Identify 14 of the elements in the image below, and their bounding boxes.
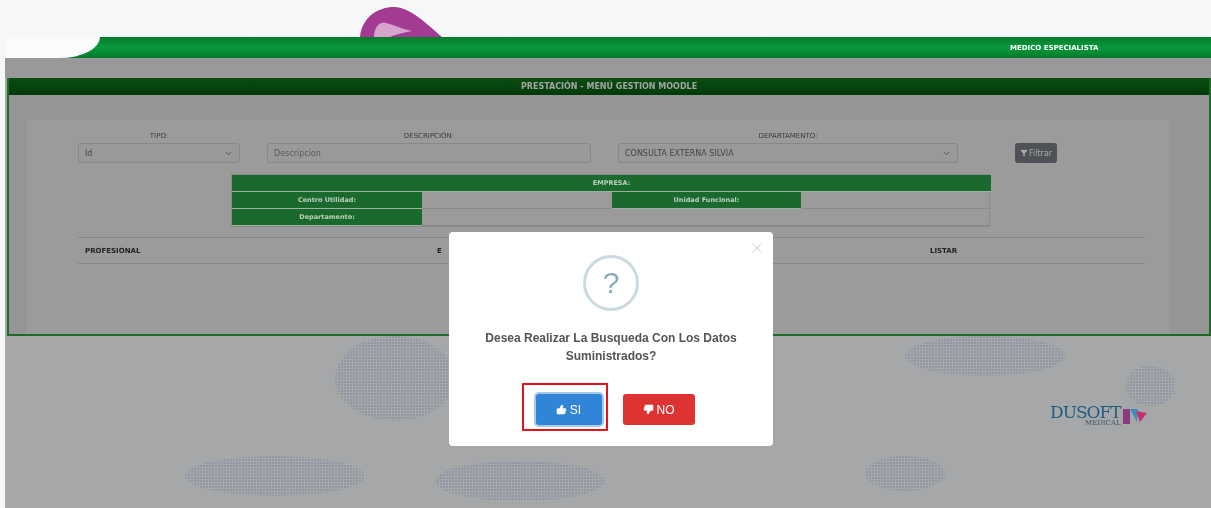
logo-name: DUSOFT <box>1050 404 1121 420</box>
thumbs-down-icon <box>642 404 654 415</box>
filter-icon <box>1020 149 1028 157</box>
filter-button[interactable]: Filtrar <box>1015 143 1058 163</box>
yes-button[interactable]: SI <box>535 394 602 425</box>
panel-title: PRESTACIÓN - MENÚ GESTION MOODLE <box>9 78 1209 95</box>
logo-icon <box>1122 407 1147 424</box>
dialog-message: Desea Realizar La Busqueda Con Los Datos Suministrados? <box>484 330 738 365</box>
no-button[interactable]: NO <box>622 394 695 425</box>
thumbs-up-icon <box>555 404 567 415</box>
select-field[interactable]: CONSULTA EXTERNA SILVIA <box>618 143 958 163</box>
question-icon: ? <box>583 255 639 311</box>
select-field[interactable]: Id <box>78 143 240 163</box>
description-field[interactable]: Descripcion <box>267 143 591 163</box>
